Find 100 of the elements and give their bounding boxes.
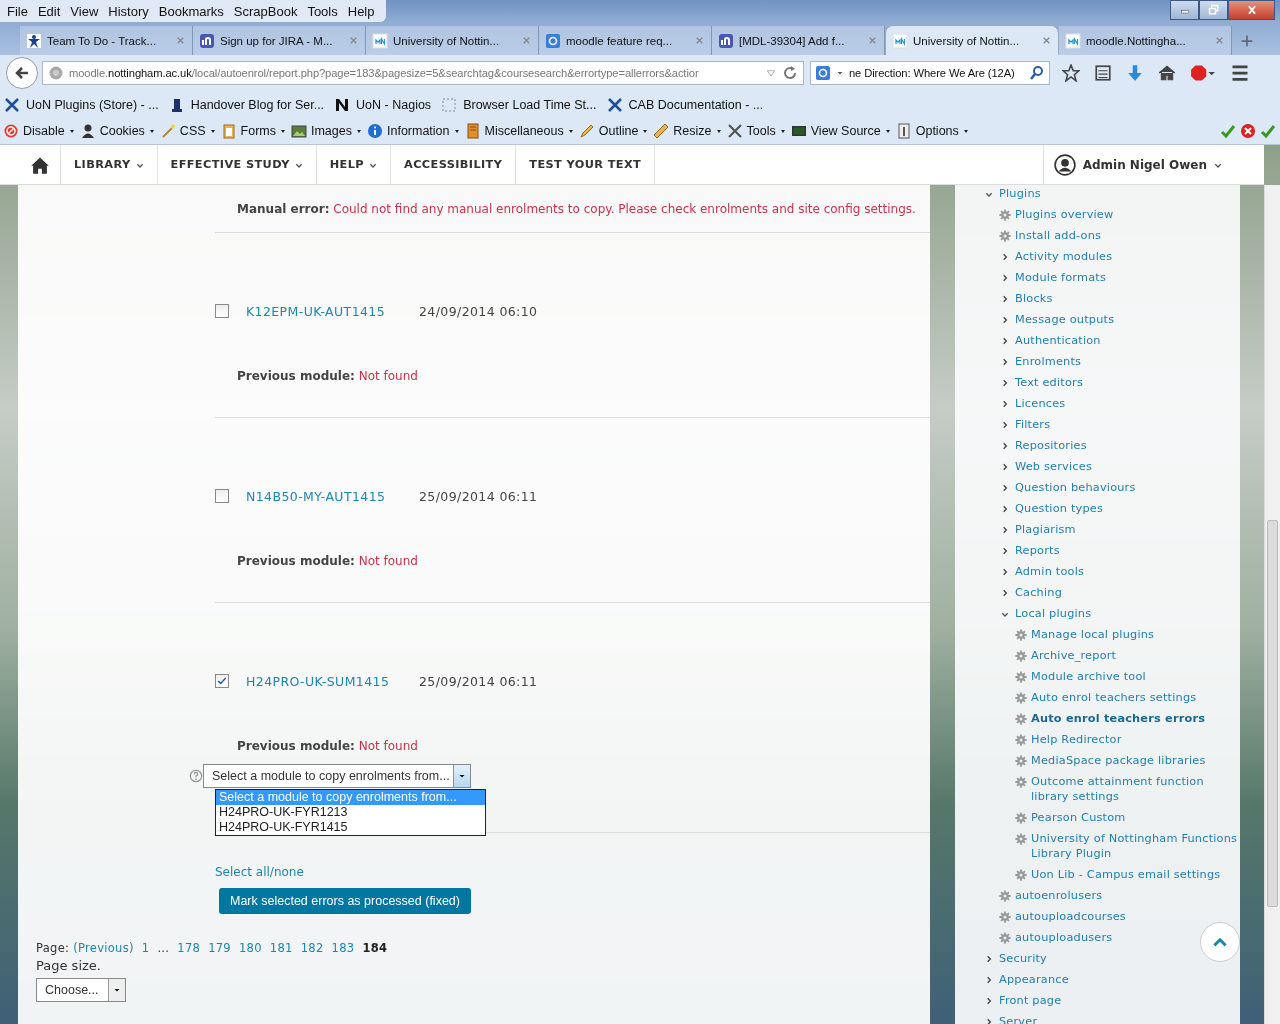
close-icon[interactable] bbox=[1041, 35, 1052, 46]
tree-item[interactable]: Module archive tool bbox=[1031, 669, 1146, 684]
page-link[interactable]: 180 bbox=[239, 941, 262, 955]
nav-menu-item[interactable]: TEST YOUR TEXT bbox=[516, 145, 656, 184]
nav-menu-item[interactable]: ACCESSIBILITY bbox=[391, 145, 517, 184]
close-icon[interactable] bbox=[867, 35, 878, 46]
clipboard-icon[interactable] bbox=[220, 123, 237, 139]
search-field[interactable]: ne Direction: Where We Are (12A) bbox=[810, 61, 1050, 85]
toolbar-menu-button[interactable]: Options bbox=[895, 123, 968, 139]
tree-item[interactable]: autoenrolusers bbox=[1015, 888, 1103, 903]
close-icon[interactable] bbox=[348, 35, 359, 46]
menu-item[interactable]: History bbox=[103, 3, 154, 19]
page-size-select[interactable]: Choose... bbox=[36, 978, 126, 1002]
toolbar-menu-button[interactable]: Information bbox=[367, 123, 459, 139]
tree-item[interactable]: Admin tools bbox=[1015, 564, 1085, 579]
restore-button[interactable] bbox=[1199, 0, 1228, 20]
back-button[interactable] bbox=[6, 57, 38, 89]
tree-item[interactable]: Plugins bbox=[999, 186, 1041, 201]
toolbar-menu-button[interactable]: Disable bbox=[3, 123, 74, 139]
ruler-icon[interactable] bbox=[653, 123, 670, 139]
nav-menu-item[interactable]: LIBRARY bbox=[61, 145, 158, 184]
reload-icon[interactable] bbox=[782, 65, 798, 81]
tree-item[interactable]: autouploadcourses bbox=[1015, 909, 1126, 924]
tree-item[interactable]: Security bbox=[999, 951, 1047, 966]
tree-item[interactable]: Help Redirector bbox=[1031, 732, 1122, 747]
tree-item[interactable]: Plagiarism bbox=[1015, 522, 1076, 537]
bookmark-link[interactable]: UoN - Nagios bbox=[334, 96, 432, 113]
url-field[interactable]: moodle.nottingham.ac.uk/local/autoenrol/report.php?page=183&pagesize=5&searchtag&coursesearch&errortype=allerrors&actior bbox=[42, 61, 804, 85]
page-link[interactable]: 183 bbox=[331, 941, 355, 955]
help-icon[interactable] bbox=[189, 769, 203, 783]
list-icon[interactable] bbox=[1094, 64, 1112, 82]
bookmark-link[interactable]: CAB Documentation - ... bbox=[606, 96, 764, 113]
checkbox[interactable] bbox=[215, 304, 229, 318]
toolbar-menu-button[interactable]: Resize bbox=[653, 123, 721, 139]
page-link[interactable]: 181 bbox=[269, 941, 293, 955]
menu-item[interactable]: Tools bbox=[302, 3, 343, 19]
bookmark-link[interactable]: Browser Load Time St... bbox=[441, 96, 597, 113]
tree-item[interactable]: Blocks bbox=[1015, 291, 1053, 306]
browser-tab[interactable]: Sign up for JIRA - M... bbox=[193, 26, 366, 55]
close-icon[interactable] bbox=[1214, 35, 1225, 46]
module-select[interactable]: Select a module to copy enrolments from... bbox=[203, 764, 471, 788]
dropdown-option[interactable]: Select a module to copy enrolments from... bbox=[216, 790, 485, 805]
tree-item[interactable]: Plugins overview bbox=[1015, 207, 1114, 222]
panel-icon[interactable] bbox=[895, 123, 912, 139]
tree-item[interactable]: Licences bbox=[1015, 396, 1066, 411]
menu-item[interactable]: Edit bbox=[32, 3, 66, 19]
tree-item[interactable]: Auto enrol teachers settings bbox=[1031, 690, 1197, 705]
download-icon[interactable] bbox=[1126, 64, 1144, 82]
close-icon[interactable] bbox=[175, 35, 186, 46]
search-icon[interactable] bbox=[1029, 65, 1045, 81]
toolbar-menu-button[interactable]: Forms bbox=[220, 123, 285, 139]
tree-item[interactable]: Outcome attainment function library settings bbox=[1031, 774, 1240, 804]
user-menu[interactable]: Admin Nigel Owen bbox=[1042, 145, 1236, 184]
tree-item[interactable]: Reports bbox=[1015, 543, 1060, 558]
browser-tab[interactable]: University of Nottin... bbox=[885, 25, 1059, 55]
select-all-link[interactable]: Select all/none bbox=[215, 865, 304, 879]
toolbar-menu-button[interactable]: Miscellaneous bbox=[464, 123, 573, 139]
tree-item[interactable]: Auto enrol teachers errors bbox=[1031, 711, 1206, 726]
page-link[interactable]: 178 bbox=[177, 941, 201, 955]
menu-icon[interactable] bbox=[1230, 63, 1250, 83]
close-icon[interactable] bbox=[521, 35, 532, 46]
tree-item[interactable]: Archive_report bbox=[1031, 648, 1117, 663]
menu-item[interactable]: View bbox=[65, 3, 104, 19]
tree-item[interactable]: Question types bbox=[1015, 501, 1104, 516]
minimize-button[interactable] bbox=[1170, 0, 1199, 20]
nav-menu-item[interactable]: HELP bbox=[316, 145, 391, 184]
tree-item[interactable]: Text editors bbox=[1015, 375, 1083, 390]
tree-item[interactable]: Authentication bbox=[1015, 333, 1101, 348]
browser-tab[interactable]: [MDL-39304] Add f... bbox=[712, 26, 885, 55]
home-icon[interactable] bbox=[1158, 64, 1176, 82]
nav-menu-item[interactable]: EFFECTIVE STUDY bbox=[157, 145, 317, 184]
toolbar-menu-button[interactable]: Images bbox=[291, 123, 361, 139]
picture-icon[interactable] bbox=[291, 123, 307, 139]
checkmark-icon[interactable] bbox=[1220, 123, 1236, 139]
tree-item[interactable]: Local plugins bbox=[1015, 606, 1092, 621]
tree-item[interactable]: Question behaviours bbox=[1015, 480, 1136, 495]
tree-item[interactable]: Enrolments bbox=[1015, 354, 1082, 369]
tree-item[interactable]: Front page bbox=[999, 993, 1062, 1008]
module-code-link[interactable]: H24PRO-UK-SUM1415 bbox=[246, 673, 419, 689]
menu-item[interactable]: Bookmarks bbox=[153, 3, 229, 19]
tree-item[interactable]: Message outputs bbox=[1015, 312, 1115, 327]
book-icon[interactable] bbox=[464, 123, 481, 139]
page-link[interactable]: 182 bbox=[300, 941, 324, 955]
tree-item[interactable]: Repositories bbox=[1015, 438, 1087, 453]
browser-tab[interactable]: University of Nottin... bbox=[366, 26, 539, 55]
pencil-icon[interactable] bbox=[578, 123, 595, 139]
checkmark-icon[interactable] bbox=[1260, 123, 1276, 139]
checkbox[interactable] bbox=[215, 674, 229, 688]
no-entry-icon[interactable] bbox=[3, 123, 19, 139]
tree-item[interactable]: Pearson Custom bbox=[1031, 810, 1126, 825]
close-button[interactable] bbox=[1228, 0, 1275, 20]
bookmark-link[interactable]: UoN Plugins (Store) - ... bbox=[4, 96, 159, 113]
bookmark-link[interactable]: Handover Blog for Ser... bbox=[168, 96, 325, 113]
page-link[interactable]: 179 bbox=[208, 941, 231, 955]
tree-item[interactable]: Activity modules bbox=[1015, 249, 1113, 264]
tree-item[interactable]: Install add-ons bbox=[1015, 228, 1102, 243]
tree-item[interactable]: autouploadusers bbox=[1015, 930, 1113, 945]
tree-item[interactable]: Filters bbox=[1015, 417, 1051, 432]
mark-processed-button[interactable]: Mark selected errors as processed (fixed) bbox=[219, 888, 471, 914]
toolbar-menu-button[interactable]: Outline bbox=[578, 123, 648, 139]
